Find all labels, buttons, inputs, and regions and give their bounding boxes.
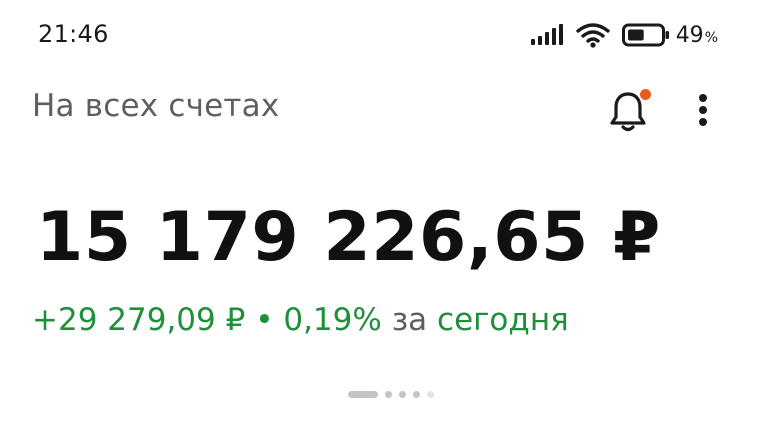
wifi-icon (575, 23, 610, 48)
page-indicator-active (348, 390, 378, 398)
status-icons: 49% (530, 20, 718, 50)
screen: 21:46 49% На всех счетах 15 179 226,65 ₽… (0, 0, 758, 436)
page-indicator (348, 389, 441, 399)
period-selector[interactable]: сегодня (437, 302, 569, 338)
total-balance: 15 179 226,65 ₽ (36, 198, 661, 277)
signal-icon (530, 24, 563, 45)
page-indicator-dot (399, 390, 406, 398)
page-title[interactable]: На всех счетах (32, 88, 279, 124)
notifications-button[interactable] (600, 82, 656, 138)
page-indicator-dot (385, 390, 392, 398)
page-indicator-dot (427, 390, 434, 398)
status-bar: 21:46 49% (0, 0, 758, 70)
period-prefix: за (391, 302, 428, 338)
change-amount: +29 279,09 ₽ (32, 302, 246, 338)
balance-change: +29 279,09 ₽ • 0,19% за сегодня (32, 302, 569, 338)
battery-percent-value: 49 (675, 22, 704, 48)
battery-percentage: 49% (676, 23, 718, 48)
change-separator: • (255, 302, 274, 338)
status-time: 21:46 (38, 20, 109, 48)
battery-icon (621, 23, 669, 47)
more-options-button[interactable] (684, 86, 724, 134)
notification-dot (640, 89, 651, 100)
battery-percent-sign: % (704, 29, 718, 46)
change-percent: 0,19% (283, 302, 382, 338)
page-indicator-dot (413, 390, 420, 398)
